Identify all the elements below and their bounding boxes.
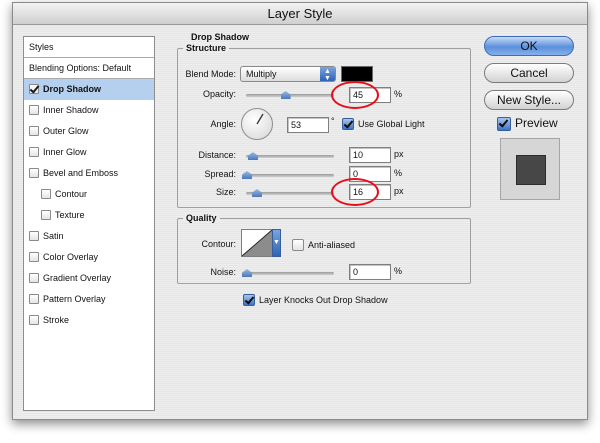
- contour-label: Contour:: [201, 239, 236, 249]
- sidebar-item-checkbox[interactable]: [41, 210, 51, 220]
- sidebar-item-bevel-and-emboss[interactable]: Bevel and Emboss: [24, 163, 154, 184]
- distance-slider-track[interactable]: [246, 155, 334, 158]
- sidebar-item-label: Stroke: [43, 315, 70, 325]
- sidebar-item-checkbox[interactable]: [29, 231, 39, 241]
- noise-slider-track[interactable]: [246, 272, 334, 275]
- styles-header[interactable]: Styles: [24, 37, 154, 58]
- angle-dial-needle: [256, 113, 264, 125]
- angle-field[interactable]: 53: [287, 117, 329, 133]
- sidebar-item-label: Contour: [55, 189, 88, 199]
- sidebar-item-label: Color Overlay: [43, 252, 99, 262]
- anti-aliased-checkbox[interactable]: [292, 239, 304, 251]
- sidebar-item-gradient-overlay[interactable]: Gradient Overlay: [24, 268, 154, 289]
- sidebar-item-satin[interactable]: Satin: [24, 226, 154, 247]
- opacity-field[interactable]: 45: [349, 87, 391, 103]
- noise-label: Noise:: [210, 267, 236, 277]
- preview-label[interactable]: Preview: [515, 116, 558, 130]
- sidebar-item-label: Outer Glow: [43, 126, 89, 136]
- sidebar-item-checkbox[interactable]: [29, 147, 39, 157]
- dialog-title: Layer Style: [13, 3, 587, 25]
- sidebar-item-inner-glow[interactable]: Inner Glow: [24, 142, 154, 163]
- blending-options-item[interactable]: Blending Options: Default: [24, 58, 154, 79]
- use-global-light-label[interactable]: Use Global Light: [358, 119, 425, 129]
- structure-title: Structure: [183, 43, 230, 53]
- size-field[interactable]: 16: [349, 184, 391, 200]
- sidebar-item-checkbox[interactable]: [29, 252, 39, 262]
- contour-dropdown-icon[interactable]: ▼: [272, 229, 281, 257]
- sidebar-item-checkbox[interactable]: [29, 105, 39, 115]
- sidebar-item-checkbox[interactable]: [29, 84, 39, 94]
- angle-dial[interactable]: [241, 108, 273, 140]
- ok-button[interactable]: OK: [484, 36, 574, 56]
- distance-unit: px: [394, 149, 404, 159]
- sidebar-item-contour[interactable]: Contour: [24, 184, 154, 205]
- contour-curve-icon: [242, 230, 272, 256]
- sidebar-item-checkbox[interactable]: [29, 126, 39, 136]
- sidebar-item-label: Satin: [43, 231, 64, 241]
- shadow-color-swatch[interactable]: [341, 66, 373, 82]
- sidebar-item-label: Bevel and Emboss: [43, 168, 119, 178]
- layer-knocks-out-checkbox[interactable]: [243, 294, 255, 306]
- sidebar-item-checkbox[interactable]: [29, 168, 39, 178]
- spread-field[interactable]: 0: [349, 166, 391, 182]
- styles-sidebar: Styles Blending Options: Default Drop Sh…: [23, 36, 155, 411]
- sidebar-item-pattern-overlay[interactable]: Pattern Overlay: [24, 289, 154, 310]
- opacity-label: Opacity:: [202, 89, 236, 99]
- distance-field[interactable]: 10: [349, 147, 391, 163]
- sidebar-effects-list: Drop Shadow Inner Shadow Outer Glow Inner G…: [24, 79, 154, 331]
- blend-mode-value: Multiply: [246, 69, 277, 79]
- blend-mode-label: Blend Mode:: [185, 69, 236, 79]
- chevron-updown-icon: ▲ ▼: [320, 67, 335, 82]
- sidebar-item-checkbox[interactable]: [29, 294, 39, 304]
- opacity-unit: %: [394, 89, 403, 99]
- sidebar-item-label: Texture: [55, 210, 85, 220]
- cancel-button[interactable]: Cancel: [484, 63, 574, 83]
- sidebar-item-color-overlay[interactable]: Color Overlay: [24, 247, 154, 268]
- preview-checkbox[interactable]: [497, 117, 511, 131]
- sidebar-item-label: Drop Shadow: [43, 84, 101, 94]
- angle-label: Angle:: [210, 119, 236, 129]
- layer-knocks-out-label[interactable]: Layer Knocks Out Drop Shadow: [259, 295, 388, 305]
- sidebar-item-outer-glow[interactable]: Outer Glow: [24, 121, 154, 142]
- sidebar-item-drop-shadow[interactable]: Drop Shadow: [24, 79, 154, 100]
- size-label: Size:: [215, 187, 236, 197]
- sidebar-item-checkbox[interactable]: [29, 315, 39, 325]
- sidebar-item-checkbox[interactable]: [41, 189, 51, 199]
- spread-slider-track[interactable]: [246, 174, 334, 177]
- use-global-light-checkbox[interactable]: [342, 118, 354, 130]
- sidebar-item-label: Pattern Overlay: [43, 294, 106, 304]
- noise-unit: %: [394, 266, 403, 276]
- spread-unit: %: [394, 168, 403, 178]
- angle-unit: °: [331, 116, 335, 126]
- preview-shape: [516, 155, 546, 185]
- quality-title: Quality: [183, 213, 220, 223]
- size-unit: px: [394, 186, 404, 196]
- blend-mode-select[interactable]: Multiply ▲ ▼: [240, 66, 336, 82]
- sidebar-item-label: Inner Shadow: [43, 105, 99, 115]
- preview-thumbnail: [500, 138, 560, 200]
- contour-preview[interactable]: [241, 229, 273, 257]
- new-style-button[interactable]: New Style...: [484, 90, 574, 110]
- sidebar-item-inner-shadow[interactable]: Inner Shadow: [24, 100, 154, 121]
- sidebar-item-texture[interactable]: Texture: [24, 205, 154, 226]
- layer-style-dialog: Layer Style Styles Blending Options: Def…: [12, 2, 588, 420]
- anti-aliased-label[interactable]: Anti-aliased: [308, 240, 355, 250]
- sidebar-item-label: Inner Glow: [43, 147, 87, 157]
- sidebar-item-checkbox[interactable]: [29, 273, 39, 283]
- sidebar-item-label: Gradient Overlay: [43, 273, 112, 283]
- noise-field[interactable]: 0: [349, 264, 391, 280]
- sidebar-item-stroke[interactable]: Stroke: [24, 310, 154, 331]
- panel-title: Drop Shadow: [191, 32, 249, 42]
- distance-label: Distance:: [198, 150, 236, 160]
- spread-label: Spread:: [204, 169, 236, 179]
